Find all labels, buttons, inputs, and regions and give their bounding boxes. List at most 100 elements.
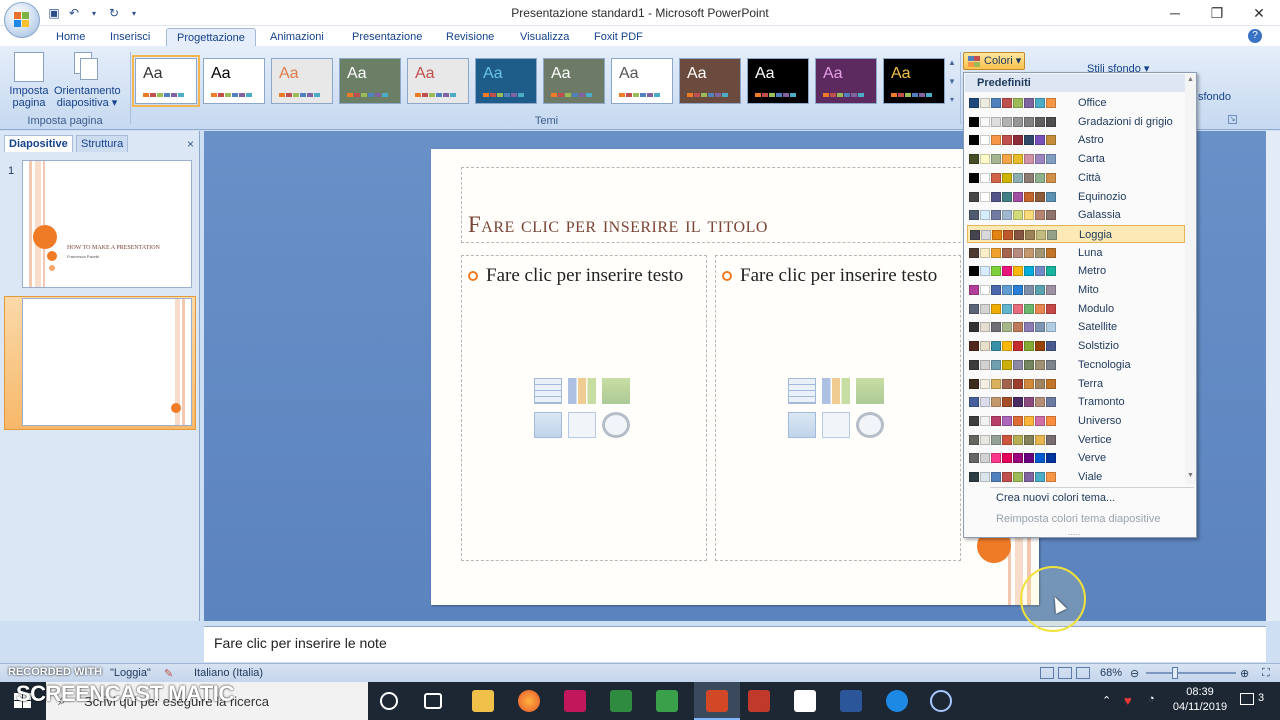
tab-animazioni[interactable]: Animazioni (260, 28, 334, 47)
crea-nuovi-colori-button[interactable]: Crea nuovi colori tema... (996, 492, 1115, 504)
color-scheme-item[interactable]: Office (967, 94, 1185, 112)
zoom-in-icon[interactable]: ⊕ (1240, 667, 1249, 680)
app-icon[interactable] (748, 690, 770, 712)
notifications-icon[interactable] (1240, 693, 1254, 705)
color-scheme-item[interactable]: Tramonto (967, 393, 1185, 411)
content-placeholder-left[interactable]: Fare clic per inserire testo (461, 255, 707, 561)
file-explorer-icon[interactable] (472, 690, 494, 712)
color-scheme-item[interactable]: Vertice (967, 431, 1185, 449)
insert-clipart-icon[interactable] (568, 412, 596, 438)
colori-button[interactable]: Colori ▾ (963, 52, 1025, 70)
color-scheme-item[interactable]: Gradazioni di grigio (967, 113, 1185, 131)
insert-clipart-icon[interactable] (822, 412, 850, 438)
color-scheme-item[interactable]: Viale (967, 468, 1185, 486)
color-scheme-item[interactable]: Luna (967, 244, 1185, 262)
more-icon[interactable]: ▾ (946, 95, 958, 104)
slideshow-view-icon[interactable] (1076, 667, 1090, 679)
scroll-up-icon[interactable]: ▲ (946, 58, 958, 67)
fit-to-window-icon[interactable]: ⛶ (1262, 667, 1270, 680)
color-scheme-item[interactable]: Equinozio (967, 188, 1185, 206)
notes-pane[interactable]: Fare clic per inserire le note (204, 626, 1266, 662)
imposta-pagina-button[interactable]: Imposta pagina (6, 52, 52, 109)
scroll-down-icon[interactable]: ▼ (946, 77, 958, 86)
edge-icon[interactable] (886, 690, 908, 712)
tab-home[interactable]: Home (46, 28, 95, 47)
language-status[interactable]: Italiano (Italia) (194, 667, 263, 679)
dropdown-scrollbar[interactable]: ▲ ▼ (1185, 74, 1196, 484)
mail-icon[interactable] (794, 690, 816, 712)
zoom-slider[interactable] (1146, 667, 1236, 679)
theme-thumbnail[interactable]: Aa (407, 58, 469, 104)
tab-visualizza[interactable]: Visualizza (510, 28, 579, 47)
slide-sorter-icon[interactable] (1058, 667, 1072, 679)
insert-smartart-icon[interactable] (602, 378, 630, 404)
scroll-down-icon[interactable]: ▼ (1187, 472, 1194, 479)
theme-thumbnail[interactable]: Aa (339, 58, 401, 104)
color-scheme-item[interactable]: Modulo (967, 300, 1185, 318)
theme-thumbnail[interactable]: Aa (543, 58, 605, 104)
powerpoint-taskbar-active[interactable] (694, 682, 740, 720)
insert-table-icon[interactable] (788, 378, 816, 404)
tab-presentazione[interactable]: Presentazione (342, 28, 432, 47)
color-scheme-item[interactable]: Città (967, 169, 1185, 187)
help-icon[interactable]: ? (1248, 29, 1262, 43)
color-scheme-item[interactable]: Mito (967, 281, 1185, 299)
vertical-scrollbar[interactable] (1266, 131, 1280, 621)
app-icon[interactable] (564, 690, 586, 712)
content-placeholder-right[interactable]: Fare clic per inserire testo (715, 255, 961, 561)
insert-picture-icon[interactable] (534, 412, 562, 438)
scroll-up-icon[interactable]: ▲ (1187, 76, 1194, 83)
theme-thumbnail[interactable]: Aa (679, 58, 741, 104)
insert-picture-icon[interactable] (788, 412, 816, 438)
insert-media-icon[interactable] (856, 412, 884, 438)
color-scheme-item[interactable]: Metro (967, 262, 1185, 280)
tab-struttura[interactable]: Struttura (76, 135, 129, 152)
zoom-out-icon[interactable]: ⊖ (1130, 667, 1139, 680)
theme-thumbnail[interactable]: Aa (883, 58, 945, 104)
antivirus-icon[interactable]: ♥ (1124, 693, 1132, 720)
theme-thumbnail[interactable]: Aa (815, 58, 877, 104)
theme-thumbnail[interactable]: Aa (203, 58, 265, 104)
zoom-slider-thumb[interactable] (1172, 667, 1178, 679)
theme-thumbnail[interactable]: Aa (747, 58, 809, 104)
task-view-icon[interactable] (424, 693, 442, 709)
theme-thumbnail[interactable]: Aa (611, 58, 673, 104)
tab-revisione[interactable]: Revisione (436, 28, 504, 47)
slide-canvas[interactable]: Fare clic per inserire il titolo Fare cl… (431, 149, 1039, 605)
resize-grip-icon[interactable]: ..... (1068, 527, 1081, 537)
color-scheme-item[interactable]: Galassia (967, 206, 1185, 224)
color-scheme-item[interactable]: Terra (967, 375, 1185, 393)
insert-chart-icon[interactable] (568, 378, 596, 404)
orientamento-diapositiva-button[interactable]: Orientamento diapositiva ▾ (54, 52, 121, 109)
screencast-app-icon[interactable] (930, 690, 952, 712)
title-placeholder[interactable]: Fare clic per inserire il titolo (461, 167, 1001, 243)
spellcheck-icon[interactable]: ✎ (164, 667, 173, 680)
nascondi-sfondo-label[interactable]: sfondo (1198, 91, 1231, 103)
color-scheme-item[interactable]: Astro (967, 131, 1185, 149)
close-panel-icon[interactable]: × (187, 137, 194, 151)
insert-media-icon[interactable] (602, 412, 630, 438)
word-icon[interactable] (840, 690, 862, 712)
theme-thumbnail[interactable]: Aa (271, 58, 333, 104)
color-scheme-item[interactable]: Universo (967, 412, 1185, 430)
slide-thumbnail-2[interactable] (22, 298, 192, 426)
excel-icon[interactable] (610, 690, 632, 712)
theme-thumbnail[interactable]: Aa (132, 55, 200, 107)
tab-diapositive[interactable]: Diapositive (4, 135, 73, 152)
tray-chevron-icon[interactable]: ⌃ (1102, 694, 1111, 720)
normal-view-icon[interactable] (1040, 667, 1054, 679)
color-scheme-item[interactable]: Satellite (967, 318, 1185, 336)
color-scheme-item[interactable]: Carta (967, 150, 1185, 168)
insert-smartart-icon[interactable] (856, 378, 884, 404)
minimize-button[interactable]: ─ (1154, 0, 1196, 26)
color-scheme-item[interactable]: Verve (967, 449, 1185, 467)
clock[interactable]: 08:39 04/11/2019 (1172, 685, 1228, 720)
firefox-icon[interactable] (518, 690, 540, 712)
slide-thumbnail-1[interactable]: How to make a presentation Francesca Pac… (22, 160, 192, 288)
app-icon[interactable] (656, 690, 678, 712)
dialog-launcher-icon[interactable]: ↘ (1228, 115, 1237, 124)
color-scheme-item[interactable]: Solstizio (967, 337, 1185, 355)
wifi-icon[interactable]: ◔ (1148, 693, 1155, 720)
tab-progettazione[interactable]: Progettazione (166, 28, 256, 47)
office-button[interactable] (4, 2, 40, 38)
